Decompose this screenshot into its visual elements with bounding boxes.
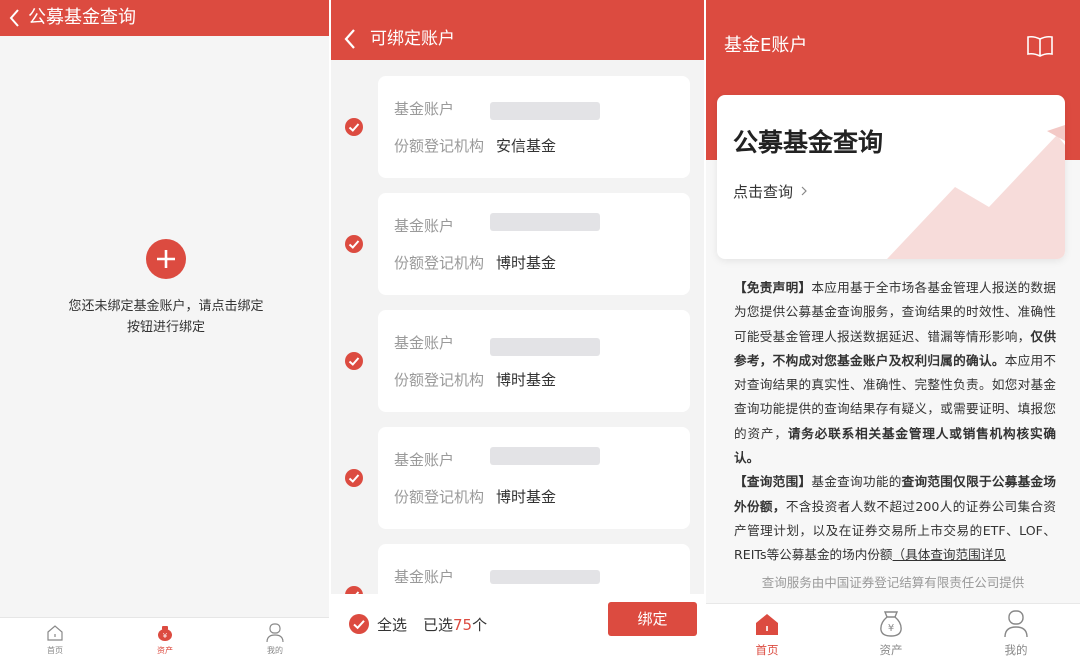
checkmark-icon — [353, 620, 365, 630]
scope-link[interactable]: （具体查询范围详见 — [893, 547, 1006, 562]
tab-mine[interactable]: 我的 — [981, 604, 1051, 659]
scope-body: 基金查询功能的 — [811, 474, 902, 490]
checkbox-checked[interactable] — [345, 352, 363, 370]
registrar-label: 份额登记机构 — [394, 254, 485, 272]
header-bar: 可绑定账户 — [331, 0, 704, 60]
money-bag-icon: ¥ — [158, 626, 172, 641]
rising-chart-decoration — [887, 125, 1065, 259]
disclaimer-heading: 【免责声明】 — [734, 280, 812, 295]
registrar-label: 份额登记机构 — [394, 371, 485, 389]
back-arrow-icon[interactable] — [343, 28, 357, 50]
tab-mine[interactable]: 我的 — [240, 618, 310, 659]
svg-text:¥: ¥ — [163, 632, 168, 640]
account-label: 基金账户 — [394, 568, 455, 586]
bind-button[interactable]: 绑定 — [608, 602, 697, 636]
tab-bar: 首页 ¥ 资产 我的 — [706, 603, 1080, 659]
registrar-label: 份额登记机构 — [394, 488, 485, 506]
card-title: 公募基金查询 — [733, 128, 884, 157]
empty-state-message: 您还未绑定基金账户，请点击绑定按钮进行绑定 — [68, 299, 264, 335]
account-card[interactable]: 基金账户 份额登记机构 博时基金 — [378, 193, 690, 295]
fund-query-empty-panel: 公募基金查询 您还未绑定基金账户，请点击绑定按钮进行绑定 首页 ¥ 资产 我的 — [0, 0, 329, 659]
tab-assets[interactable]: ¥ 资产 — [856, 604, 926, 659]
checkmark-icon — [348, 240, 360, 249]
header-bar: 公募基金查询 — [0, 0, 329, 36]
money-bag-icon: ¥ — [880, 611, 902, 637]
select-all-label[interactable]: 全选 — [377, 614, 407, 635]
user-icon — [1004, 610, 1028, 638]
checkmark-icon — [348, 123, 360, 132]
home-icon — [47, 625, 63, 641]
checkbox-checked[interactable] — [345, 469, 363, 487]
book-icon[interactable] — [1026, 35, 1054, 57]
add-account-button[interactable] — [146, 239, 186, 279]
selected-suffix: 个 — [472, 616, 488, 634]
selected-count: 75 — [453, 616, 473, 634]
bindable-accounts-panel: 可绑定账户 基金账户 份额登记机构 安信基金 基金账户 份额登记机构 博时基金 — [331, 0, 704, 659]
registrar-value: 博时基金 — [496, 371, 557, 389]
tab-assets-label: 资产 — [157, 646, 173, 655]
checkbox-checked[interactable] — [345, 118, 363, 136]
masked-account-number — [490, 447, 600, 465]
back-arrow-icon[interactable] — [8, 8, 22, 28]
tab-home[interactable]: 首页 — [20, 618, 90, 659]
scope-heading: 【查询范围】 — [734, 474, 812, 490]
registrar-value: 博时基金 — [496, 488, 557, 506]
account-card[interactable]: 基金账户 份额登记机构 安信基金 — [378, 76, 690, 178]
tab-home-label: 首页 — [755, 643, 779, 657]
registrar-value: 安信基金 — [496, 137, 557, 155]
tab-home-label: 首页 — [47, 646, 63, 655]
masked-account-number — [490, 338, 600, 356]
selected-prefix: 已选 — [423, 616, 454, 634]
svg-text:¥: ¥ — [888, 623, 894, 634]
page-title: 可绑定账户 — [370, 29, 455, 49]
page-title: 公募基金查询 — [28, 7, 136, 28]
select-all-checkbox[interactable] — [349, 614, 369, 634]
checkmark-icon — [348, 357, 360, 366]
tab-home[interactable]: 首页 — [732, 604, 802, 659]
tab-mine-label: 我的 — [267, 646, 283, 655]
card-link-label: 点击查询 — [733, 183, 794, 201]
account-card[interactable]: 基金账户 份额登记机构 博时基金 — [378, 310, 690, 412]
tab-assets[interactable]: ¥ 资产 — [130, 618, 200, 659]
account-list: 基金账户 份额登记机构 安信基金 基金账户 份额登记机构 博时基金 基金账户 份… — [331, 60, 704, 646]
tab-assets-label: 资产 — [879, 643, 903, 657]
registrar-value: 博时基金 — [496, 254, 557, 272]
home-icon — [756, 614, 778, 635]
bottom-action-bar: 全选 已选75个 绑定 — [331, 594, 704, 659]
card-link[interactable]: 点击查询 — [733, 181, 808, 202]
account-label: 基金账户 — [394, 100, 455, 118]
account-card[interactable]: 基金账户 份额登记机构 博时基金 — [378, 427, 690, 529]
masked-account-number — [490, 102, 600, 120]
service-provider-note: 查询服务由中国证券登记结算有限责任公司提供 — [761, 575, 1025, 590]
checkmark-icon — [348, 474, 360, 483]
fund-e-account-panel: 基金E账户 公募基金查询 点击查询 【免责声明】本应用基于全市场各基金管理人报送… — [706, 0, 1080, 659]
disclaimer-text: 【免责声明】本应用基于全市场各基金管理人报送的数据为您提供公募基金查询服务，查询… — [734, 276, 1056, 568]
user-icon — [266, 623, 284, 643]
masked-account-number — [490, 570, 600, 584]
page-title: 基金E账户 — [724, 35, 808, 56]
selected-count-text: 已选75个 — [423, 614, 487, 635]
checkbox-checked[interactable] — [345, 235, 363, 253]
fund-query-card[interactable]: 公募基金查询 点击查询 — [717, 95, 1065, 259]
plus-icon — [157, 250, 175, 268]
account-label: 基金账户 — [394, 451, 455, 469]
masked-account-number — [490, 213, 600, 231]
registrar-label: 份额登记机构 — [394, 137, 485, 155]
tab-bar: 首页 ¥ 资产 我的 — [0, 617, 329, 659]
account-label: 基金账户 — [394, 334, 455, 352]
chevron-right-icon — [801, 186, 807, 196]
tab-mine-label: 我的 — [1004, 643, 1028, 657]
account-label: 基金账户 — [394, 217, 455, 235]
